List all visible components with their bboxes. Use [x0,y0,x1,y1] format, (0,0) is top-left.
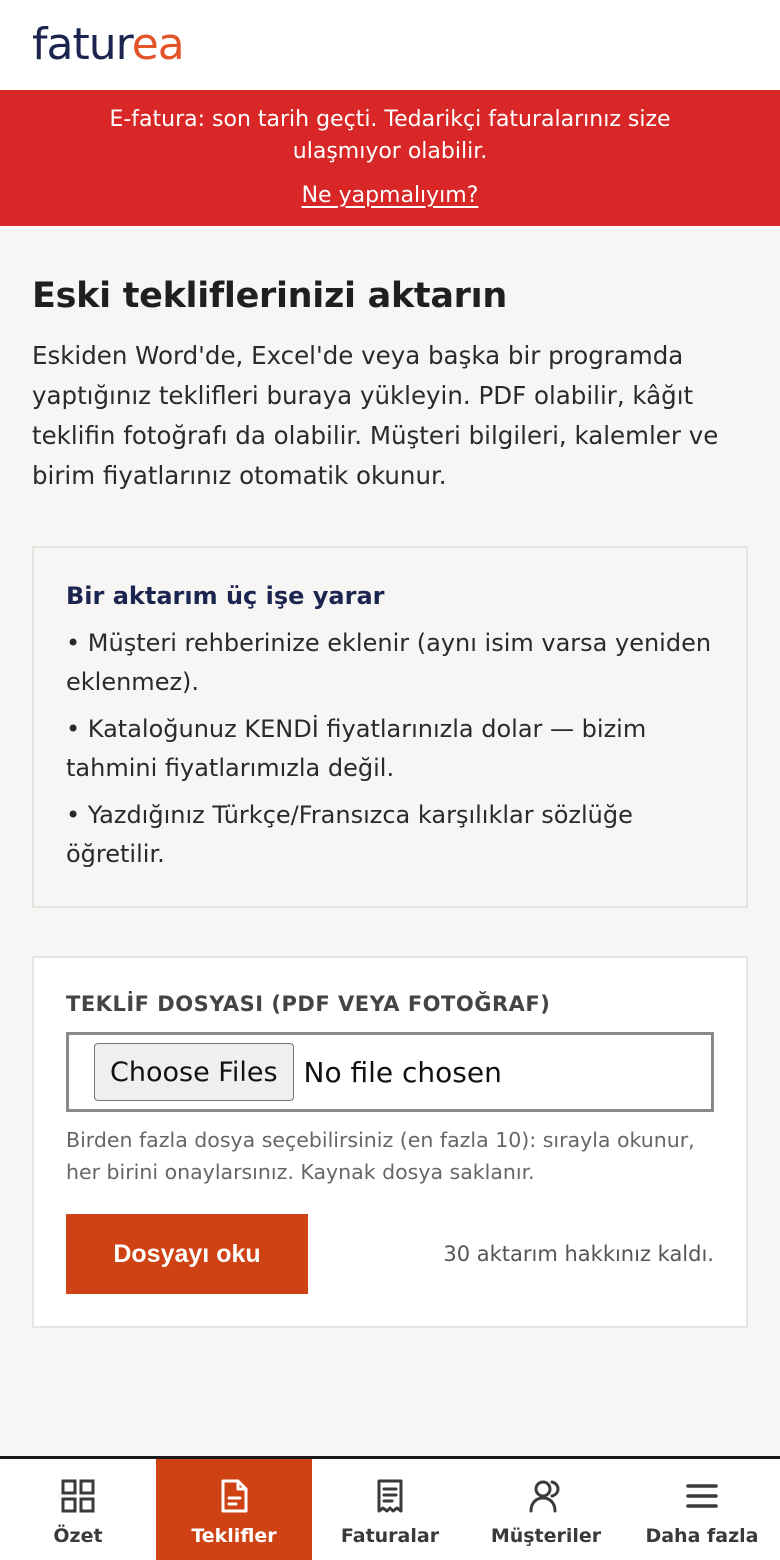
users-icon [527,1477,565,1515]
grid-icon [59,1477,97,1515]
quota-text: 30 aktarım hakkınız kaldı. [443,1242,714,1266]
file-input[interactable]: Choose Files No file chosen [66,1032,714,1112]
nav-item-musteriler[interactable]: Müşteriler [468,1459,624,1560]
info-item: • Müşteri rehberinize eklenir (aynı isim… [66,629,712,696]
nav-item-faturalar[interactable]: Faturalar [312,1459,468,1560]
info-card: Bir aktarım üç işe yarar • Müşteri rehbe… [32,546,748,908]
upload-actions: Dosyayı oku 30 aktarım hakkınız kaldı. [66,1214,714,1294]
info-item: • Kataloğunuz KENDİ fiyatlarınızla dolar… [66,715,647,782]
nav-label: Faturalar [340,1525,440,1547]
logo-text-primary: fatur [32,19,133,70]
efatura-warning-banner: E-fatura: son tarih geçti. Tedarikçi fat… [0,90,780,226]
nav-label: Müşteriler [490,1525,602,1547]
file-field-label: TEKLİF DOSYASI (PDF VEYA FOTOĞRAF) [66,992,551,1016]
intro-text: Eskiden Word'de, Excel'de veya başka bir… [32,341,719,490]
main-content: Eski tekliflerinizi aktarın Eskiden Word… [0,226,780,1328]
nav-item-daha-fazla[interactable]: Daha fazla [624,1459,780,1560]
menu-icon [683,1477,721,1515]
banner-help-link[interactable]: Ne yapmalıyım? [302,183,479,208]
info-item: • Yazdığınız Türkçe/Fransızca karşılıkla… [66,801,633,868]
logo-text-accent: ea [131,19,185,70]
faturea-logo[interactable]: faturea [32,23,185,67]
receipt-icon [371,1477,409,1515]
choose-files-button[interactable]: Choose Files [94,1043,294,1101]
page-title: Eski tekliflerinizi aktarın [32,276,507,316]
upload-card: TEKLİF DOSYASI (PDF VEYA FOTOĞRAF) Choos… [32,956,748,1328]
document-icon [215,1477,253,1515]
info-card-title: Bir aktarım üç işe yarar [66,582,385,610]
nav-item-ozet[interactable]: Özet [0,1459,156,1560]
nav-item-teklifler[interactable]: Teklifler [156,1459,312,1560]
app-header: faturea [0,0,780,90]
nav-label: Özet [53,1525,103,1547]
nav-label: Daha fazla [645,1525,759,1547]
upload-hint: Birden fazla dosya seçebilirsiniz (en fa… [66,1128,695,1184]
banner-message: E-fatura: son tarih geçti. Tedarikçi fat… [109,107,671,164]
nav-label: Teklifler [191,1525,277,1547]
read-file-button[interactable]: Dosyayı oku [66,1214,308,1294]
bottom-nav: Özet Teklifler Faturalar Müşteriler Daha… [0,1456,780,1560]
file-status-text: No file chosen [303,1055,502,1089]
